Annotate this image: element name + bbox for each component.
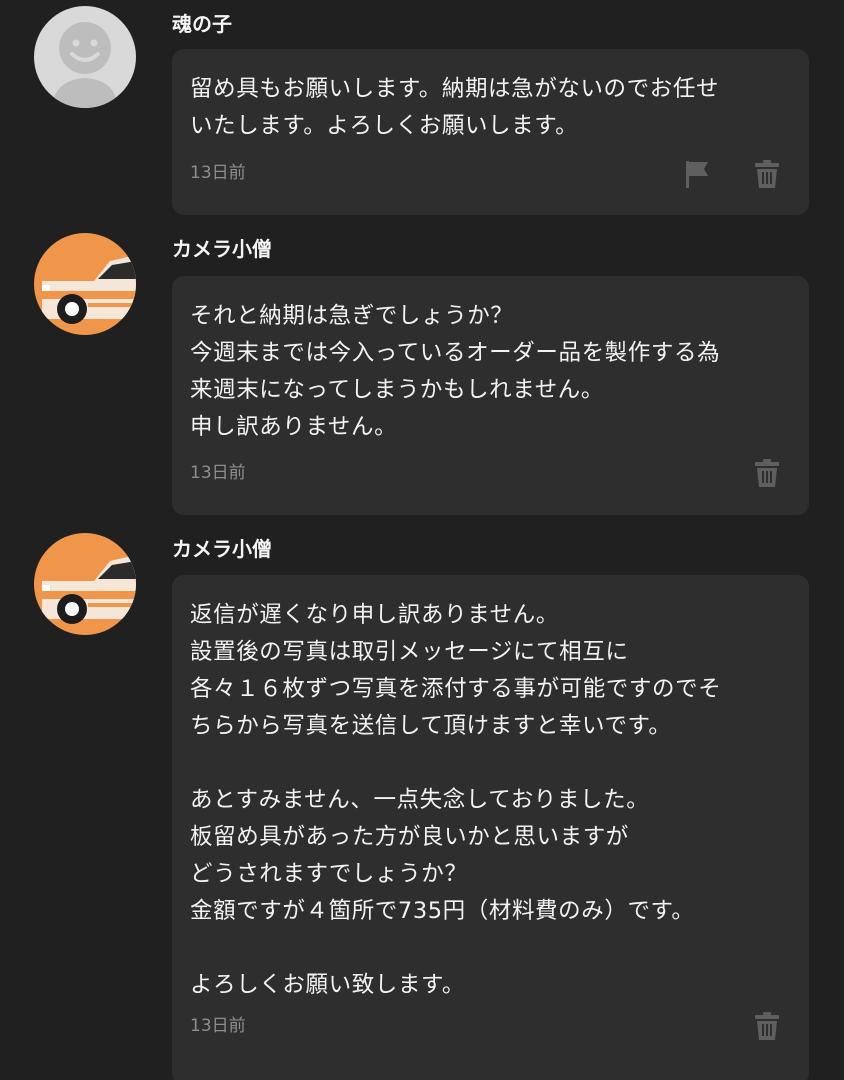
flag-icon[interactable] — [682, 158, 712, 190]
sender-name[interactable]: 魂の子 — [172, 10, 232, 38]
sender-name[interactable]: カメラ小僧 — [172, 535, 272, 563]
message-body: 留め具もお願いします。納期は急がないのでお任せ いたします。よろしくお願いします… — [190, 76, 720, 139]
car-icon — [34, 533, 136, 635]
message-thread: 魂の子 留め具もお願いします。納期は急がないのでお任せ いたします。よろしくお願… — [0, 0, 844, 1080]
message-timestamp: 13日前 — [190, 1016, 246, 1036]
default-person-icon — [34, 6, 136, 108]
user-avatar[interactable] — [34, 533, 136, 635]
user-avatar[interactable] — [34, 233, 136, 335]
message-timestamp: 13日前 — [190, 163, 246, 183]
trash-icon[interactable] — [752, 1010, 782, 1042]
message-timestamp: 13日前 — [190, 463, 246, 483]
sender-name[interactable]: カメラ小僧 — [172, 235, 272, 263]
message-body: それと納期は急ぎでしょうか？ 今週末までは今入っているオーダー品を製作する為 来… — [190, 303, 721, 440]
trash-icon[interactable] — [752, 158, 782, 190]
message-item: カメラ小僧 それと納期は急ぎでしょうか？ 今週末までは今入っているオーダー品を製… — [0, 225, 844, 525]
car-icon — [34, 233, 136, 335]
message-body: 返信が遅くなり申し訳ありません。 設置後の写真は取引メッセージにて相互に 各々１… — [190, 602, 722, 998]
message-bubble: 留め具もお願いします。納期は急がないのでお任せ いたします。よろしくお願いします… — [172, 49, 809, 215]
message-item: カメラ小僧 返信が遅くなり申し訳ありません。 設置後の写真は取引メッセージにて相… — [0, 525, 844, 1080]
trash-icon[interactable] — [752, 457, 782, 489]
message-bubble: それと納期は急ぎでしょうか？ 今週末までは今入っているオーダー品を製作する為 来… — [172, 276, 809, 515]
message-bubble: 返信が遅くなり申し訳ありません。 設置後の写真は取引メッセージにて相互に 各々１… — [172, 575, 809, 1080]
message-item: 魂の子 留め具もお願いします。納期は急がないのでお任せ いたします。よろしくお願… — [0, 0, 844, 225]
user-avatar[interactable] — [34, 6, 136, 108]
